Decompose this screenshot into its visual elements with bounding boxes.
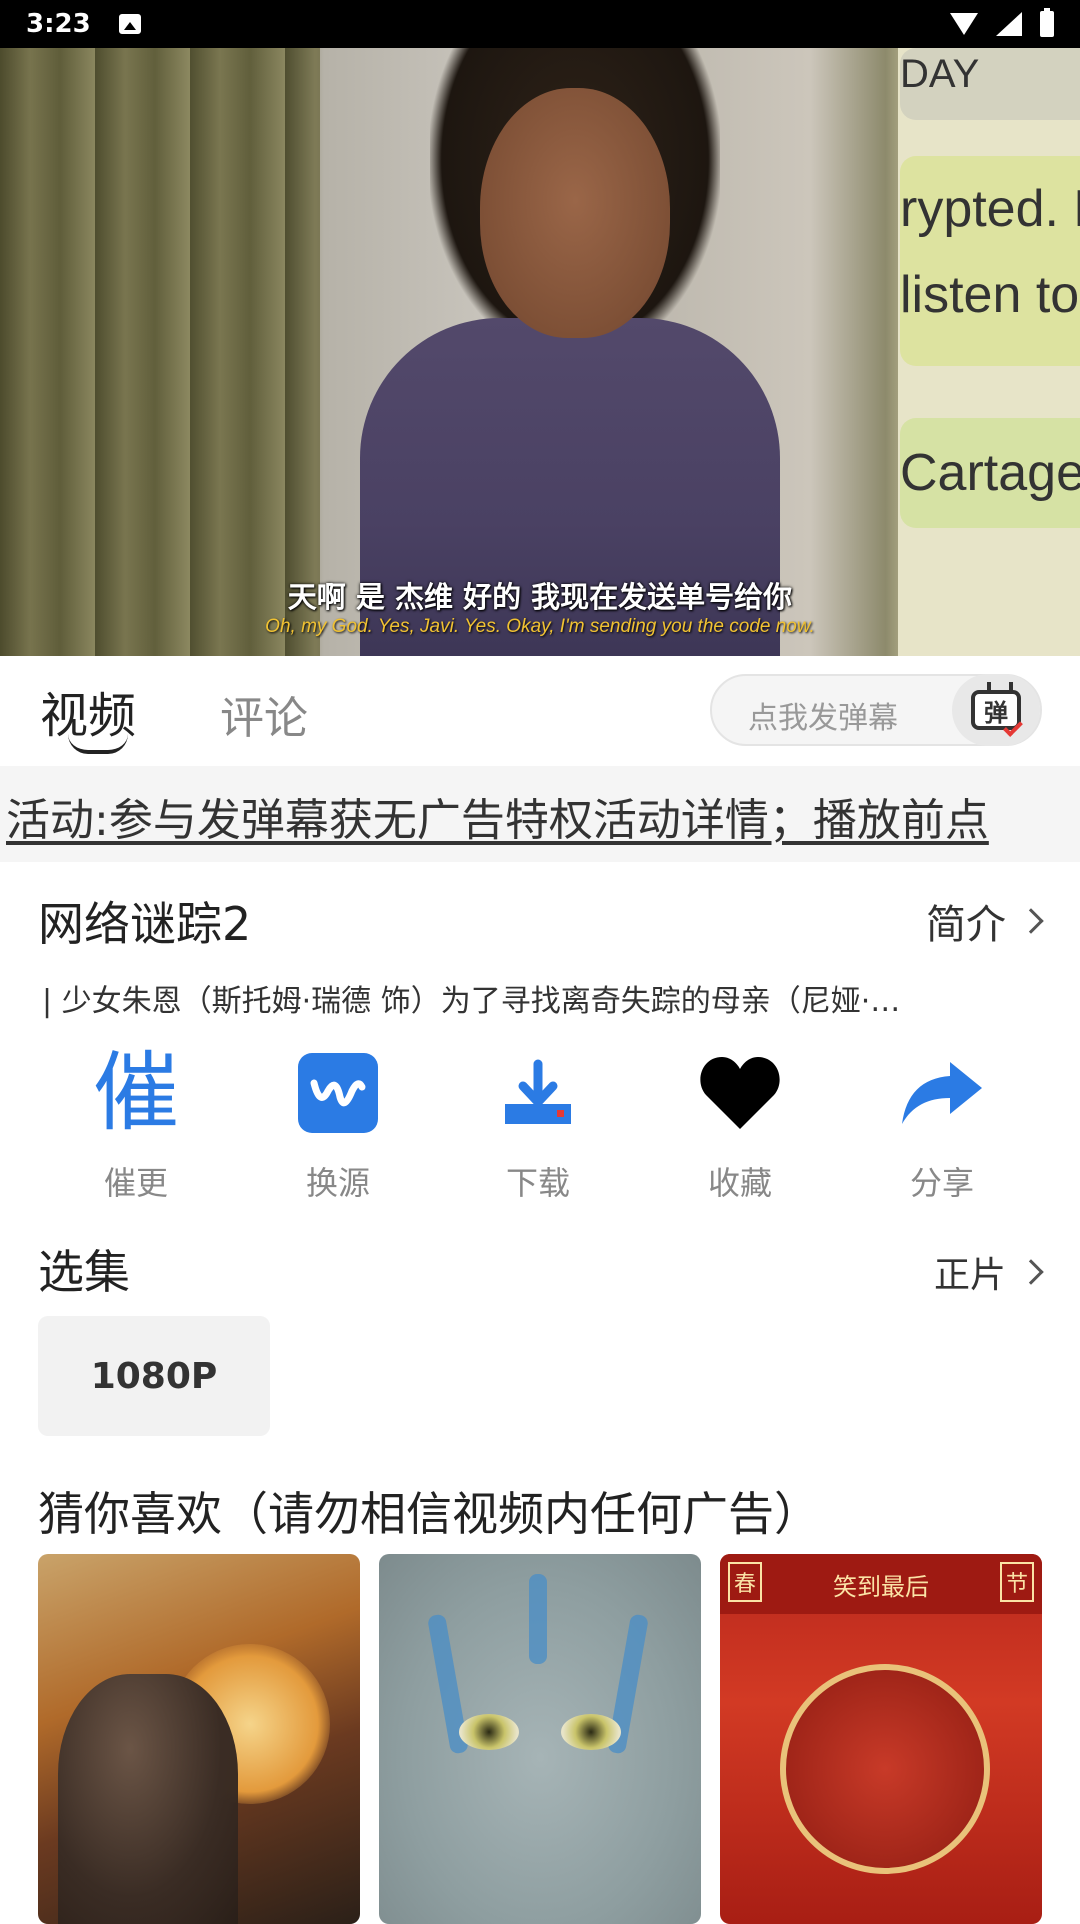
urge-update-icon: 催 [93, 1043, 179, 1143]
danmu-placeholder: 点我发弹幕 [748, 701, 898, 736]
battery-icon [1040, 8, 1054, 37]
switch-source-label: 换源 [305, 1164, 370, 1202]
episodes-link-label: 正片 [933, 1255, 1006, 1296]
signal-icon [996, 12, 1022, 36]
favorite-button[interactable]: 收藏 [660, 1048, 820, 1204]
intro-label: 简介 [926, 902, 1006, 948]
video-bg-text-3: Cartage [900, 418, 1080, 528]
video-person [320, 48, 820, 656]
recommend-poster-2[interactable] [379, 1554, 701, 1924]
action-row: 催 催更 换源 下载 收藏 分享 [0, 1048, 1080, 1208]
intro-link[interactable]: 简介 [926, 892, 1044, 950]
status-bar: 3:23 [0, 0, 1080, 48]
tab-bar: 视频 评论 点我发弹幕 弹 [0, 656, 1080, 766]
switch-source-icon [298, 1053, 378, 1133]
download-label: 下载 [505, 1164, 570, 1202]
download-button[interactable]: 下载 [458, 1048, 618, 1204]
share-button[interactable]: 分享 [862, 1048, 1022, 1204]
tab-comments[interactable]: 评论 [220, 682, 308, 746]
video-background [0, 48, 320, 656]
recommend-poster-3[interactable]: 笑到最后 春 节 [720, 1554, 1042, 1924]
danmu-toggle-button[interactable]: 弹 [952, 674, 1040, 746]
urge-update-label: 催更 [103, 1164, 168, 1202]
episodes-link[interactable]: 正片 [933, 1246, 1044, 1298]
video-bg-text-2: rypted. N listen to [900, 156, 1080, 366]
share-label: 分享 [909, 1164, 974, 1202]
switch-source-button[interactable]: 换源 [258, 1048, 418, 1204]
poster-tag-left: 春 [728, 1562, 763, 1602]
activity-notice[interactable]: 活动:参与发弹幕获无广告特权活动详情；播放前点 [0, 766, 1080, 862]
subtitle-chinese: 天啊 是 杰维 好的 我现在发送单号给你 [287, 580, 793, 614]
urge-update-button[interactable]: 催 催更 [56, 1048, 216, 1204]
chevron-right-icon [1018, 908, 1044, 934]
poster-banner: 笑到最后 [720, 1554, 1042, 1614]
download-icon [505, 1059, 571, 1124]
video-bg-text-1: DAY [900, 48, 1080, 120]
poster-tag-right: 节 [999, 1562, 1034, 1602]
favorite-label: 收藏 [707, 1164, 772, 1202]
recommend-title: 猜你喜欢（请勿相信视频内任何广告） [38, 1487, 820, 1541]
wifi-icon [950, 13, 978, 35]
subtitle-english: Oh, my God. Yes, Javi. Yes. Okay, I'm se… [265, 616, 815, 637]
video-player[interactable]: DAY rypted. N listen to Cartage 天啊 是 杰维 … [0, 48, 1080, 656]
gallery-notification-icon [118, 14, 141, 34]
video-title: 网络谜踪2 [38, 897, 252, 951]
danmu-input[interactable]: 点我发弹幕 弹 [710, 674, 1042, 746]
recommend-poster-1[interactable] [38, 1554, 360, 1924]
tab-active-indicator [68, 734, 128, 754]
activity-notice-text[interactable]: 活动:参与发弹幕获无广告特权活动详情；播放前点 [6, 784, 989, 848]
chevron-right-icon [1018, 1259, 1044, 1285]
status-time: 3:23 [26, 9, 91, 39]
episode-button-1080p[interactable]: 1080P [38, 1316, 270, 1436]
episodes-title: 选集 [38, 1245, 130, 1299]
heart-icon [700, 1057, 780, 1129]
video-description[interactable]: | 少女朱恩（斯托姆·瑞德 饰）为了寻找离奇失踪的母亲（尼娅·… [42, 976, 1042, 1020]
share-icon [902, 1062, 982, 1124]
